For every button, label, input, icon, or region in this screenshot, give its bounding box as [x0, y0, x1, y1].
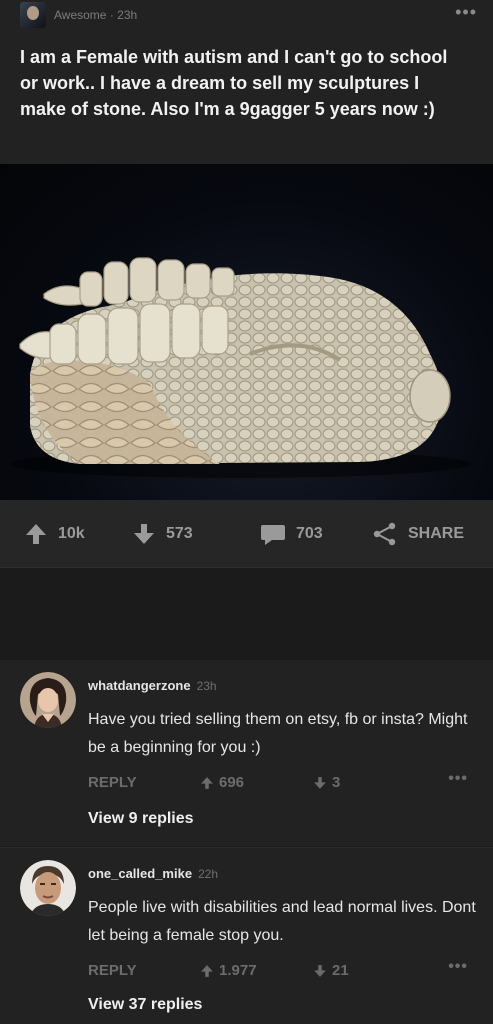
view-replies-link[interactable]: View 9 replies	[88, 810, 194, 828]
comment-more-button[interactable]: •••	[448, 770, 468, 788]
reply-button[interactable]: REPLY	[88, 774, 137, 791]
comment-upvote-button[interactable]: 696	[200, 774, 244, 791]
comments-button[interactable]: 703	[260, 522, 323, 546]
downvote-button[interactable]: 573	[132, 522, 193, 546]
comment-actions: REPLY 696 3 •••	[88, 770, 468, 794]
upvote-button[interactable]: 10k	[24, 522, 85, 546]
post-image[interactable]	[0, 164, 493, 500]
comment-upvote-count: 696	[219, 774, 245, 791]
avatar[interactable]	[20, 860, 76, 916]
downvote-arrow-icon	[314, 776, 326, 789]
comment-item: one_called_mike 22h People live with disa…	[0, 847, 493, 1024]
comment-upvote-button[interactable]: 1.977	[200, 962, 257, 979]
dragon-head-sculpture-icon	[10, 257, 470, 478]
downvote-arrow-icon	[134, 524, 154, 544]
post-title[interactable]: I am a Female with autism and I can't go…	[20, 44, 460, 122]
downvote-count: 573	[166, 525, 193, 542]
post-section[interactable]: Awesome · 23h	[54, 8, 137, 22]
comment-downvote-count: 21	[332, 962, 349, 979]
comment-count: 703	[296, 525, 323, 542]
section-avatar[interactable]	[20, 2, 46, 28]
comment-username[interactable]: whatdangerzone 23h	[88, 678, 217, 693]
view-replies-link[interactable]: View 37 replies	[88, 996, 202, 1014]
upvote-count: 10k	[58, 525, 85, 542]
comment-item: whatdangerzone 23h Have you tried selling…	[0, 660, 493, 846]
comment-more-button[interactable]: •••	[448, 958, 468, 976]
post-action-bar: 10k 573 703 SHARE	[0, 500, 493, 568]
post-time: 23h	[117, 8, 138, 22]
user-avatar-icon	[20, 672, 76, 728]
comment-text: Have you tried selling them on etsy, fb …	[88, 711, 468, 756]
comment-actions: REPLY 1.977 21 •••	[88, 958, 468, 982]
post-header: Awesome · 23h ••• I am a Female with aut…	[0, 0, 493, 164]
share-button[interactable]: SHARE	[372, 522, 464, 546]
comment-username[interactable]: one_called_mike 22h	[88, 866, 218, 881]
comment-text: People live with disabilities and lead n…	[88, 899, 476, 944]
comment-time: 23h	[196, 679, 217, 693]
comment-downvote-button[interactable]: 21	[313, 962, 349, 979]
post-more-button[interactable]: •••	[455, 2, 477, 23]
comment-downvote-button[interactable]: 3	[313, 774, 340, 791]
comment-upvote-count: 1.977	[219, 962, 257, 979]
comment-bubble-icon	[261, 525, 285, 545]
upvote-arrow-icon	[26, 524, 46, 544]
upvote-arrow-icon	[201, 776, 213, 789]
share-label: SHARE	[408, 525, 465, 542]
reply-button[interactable]: REPLY	[88, 962, 137, 979]
comment-downvote-count: 3	[332, 774, 341, 791]
share-icon	[373, 522, 396, 546]
post-meta: Awesome · 23h	[20, 2, 137, 28]
section-divider	[0, 569, 493, 660]
comment-time: 22h	[198, 867, 219, 881]
downvote-arrow-icon	[314, 964, 326, 977]
upvote-arrow-icon	[201, 964, 213, 977]
avatar[interactable]	[20, 672, 76, 728]
user-avatar-icon	[20, 860, 76, 916]
